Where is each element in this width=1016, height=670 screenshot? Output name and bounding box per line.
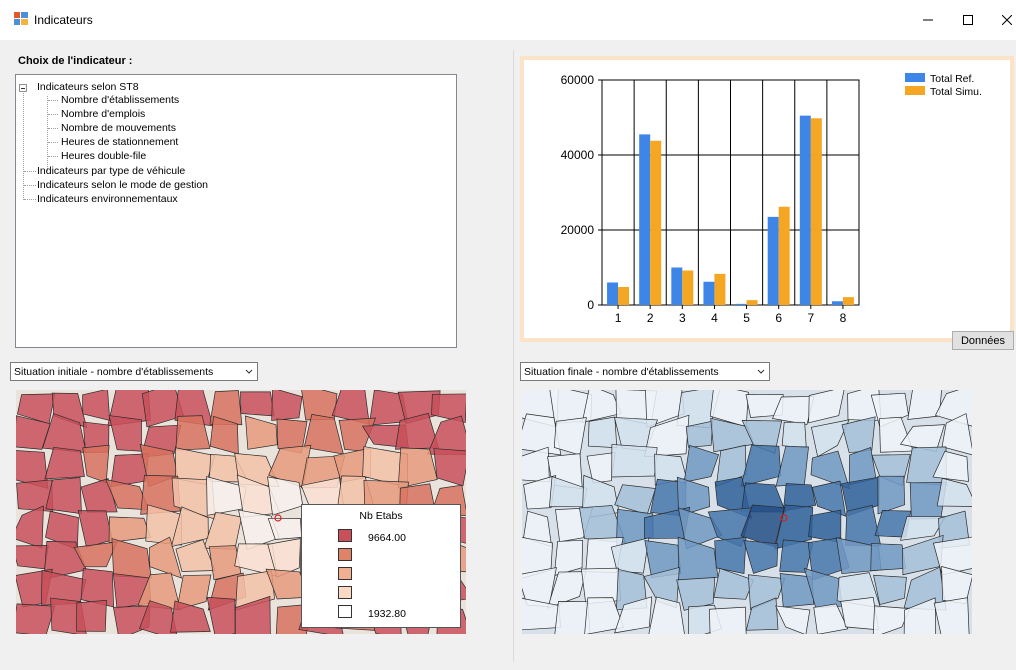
bar [671,267,683,305]
indicator-tree[interactable]: Indicateurs selon ST8 Nombre d'établisse… [15,74,457,348]
final-situation-select[interactable]: Situation finale - nombre d'établissemen… [520,362,770,381]
tree-node-type-vehicule[interactable]: Indicateurs par type de véhicule [37,165,185,177]
tree-node-nb-etablissements[interactable]: Nombre d'établissements [61,94,179,106]
legend-min-label: 1932.80 [368,608,406,620]
y-tick-label: 60000 [561,73,595,87]
bar [650,140,662,305]
chevron-down-icon [757,369,765,374]
final-map[interactable] [522,390,972,634]
map-region[interactable] [933,597,970,634]
bar [810,118,822,305]
legend-swatch [338,586,352,599]
x-tick-label: 1 [615,311,622,325]
bar [703,281,715,305]
x-tick-label: 3 [679,311,686,325]
initial-situation-value: Situation initiale - nombre d'établissem… [14,365,214,378]
map-region[interactable] [611,444,658,478]
legend-max-label: 9664.00 [368,532,406,544]
x-tick-label: 2 [647,311,654,325]
map-region[interactable] [781,421,807,449]
chart-area: 60000 40000 20000 0 1 2 3 4 5 6 7 8 Total Ref. Total … [520,56,1014,342]
window-title: Indicateurs [34,13,93,27]
tree-node-st8[interactable]: Indicateurs selon ST8 [37,81,139,93]
tree-node-heures-double-file[interactable]: Heures double-file [61,150,146,162]
tree-node-heures-stationnement[interactable]: Heures de stationnement [61,136,178,148]
choropleth-map-final[interactable] [522,390,972,634]
x-tick-label: 7 [807,311,814,325]
minimize-icon [923,19,933,21]
bar [831,301,843,305]
map-region[interactable] [870,543,907,572]
map-legend: Nb Etabs 9664.00 1932.80 [301,504,461,628]
legend-label: Total Ref. [930,73,974,85]
bar [714,273,726,305]
initial-situation-select[interactable]: Situation initiale - nombre d'établissem… [10,362,258,381]
close-icon [1002,15,1012,25]
legend-swatch [338,548,352,561]
y-tick-label: 40000 [561,148,595,162]
chevron-down-icon [245,369,253,374]
map-region[interactable] [16,545,49,570]
bar [639,134,651,305]
map-region[interactable] [709,606,747,634]
bar [767,216,779,305]
bar-chart: 60000 40000 20000 0 1 2 3 4 5 6 7 8 Total Ref.Total … [561,73,982,325]
title-bar: Indicateurs [0,0,1016,40]
collapse-icon[interactable] [19,84,27,92]
tree-node-nb-emplois[interactable]: Nombre d'emplois [61,108,145,120]
bar [778,206,790,305]
bar [735,303,747,305]
x-tick-label: 5 [743,311,750,325]
final-situation-value: Situation finale - nombre d'établissemen… [524,365,719,378]
legend-label: Total Simu. [930,86,982,98]
x-tick-label: 8 [840,311,847,325]
x-tick-label: 6 [775,311,782,325]
close-button[interactable] [984,0,1016,40]
app-icon [14,12,28,25]
legend-title: Nb Etabs [359,510,403,522]
indicator-choice-label: Choix de l'indicateur : [18,55,133,67]
bar [799,115,811,305]
tree-node-nb-mouvements[interactable]: Nombre de mouvements [61,122,176,134]
map-region[interactable] [240,391,275,417]
bar [746,300,758,305]
legend-swatch [905,73,925,82]
data-button[interactable]: Données [952,331,1014,350]
bar [842,297,854,305]
panel-divider [513,50,514,662]
y-tick-label: 0 [587,298,594,312]
legend-swatch [338,567,352,580]
bar [607,282,619,305]
y-tick-label: 20000 [561,223,595,237]
maximize-icon [963,15,973,25]
map-region[interactable] [714,536,747,574]
legend-swatch [905,86,925,95]
map-region[interactable] [587,416,618,449]
x-tick-label: 4 [711,311,718,325]
bar [618,287,630,305]
map-region[interactable] [840,596,880,631]
tree-node-environnementaux[interactable]: Indicateurs environnementaux [37,193,178,205]
legend-swatch [338,605,352,618]
map-region[interactable] [76,599,107,632]
bar [682,270,694,305]
tree-node-mode-gestion[interactable]: Indicateurs selon le mode de gestion [37,179,208,191]
legend-swatch [338,529,352,542]
